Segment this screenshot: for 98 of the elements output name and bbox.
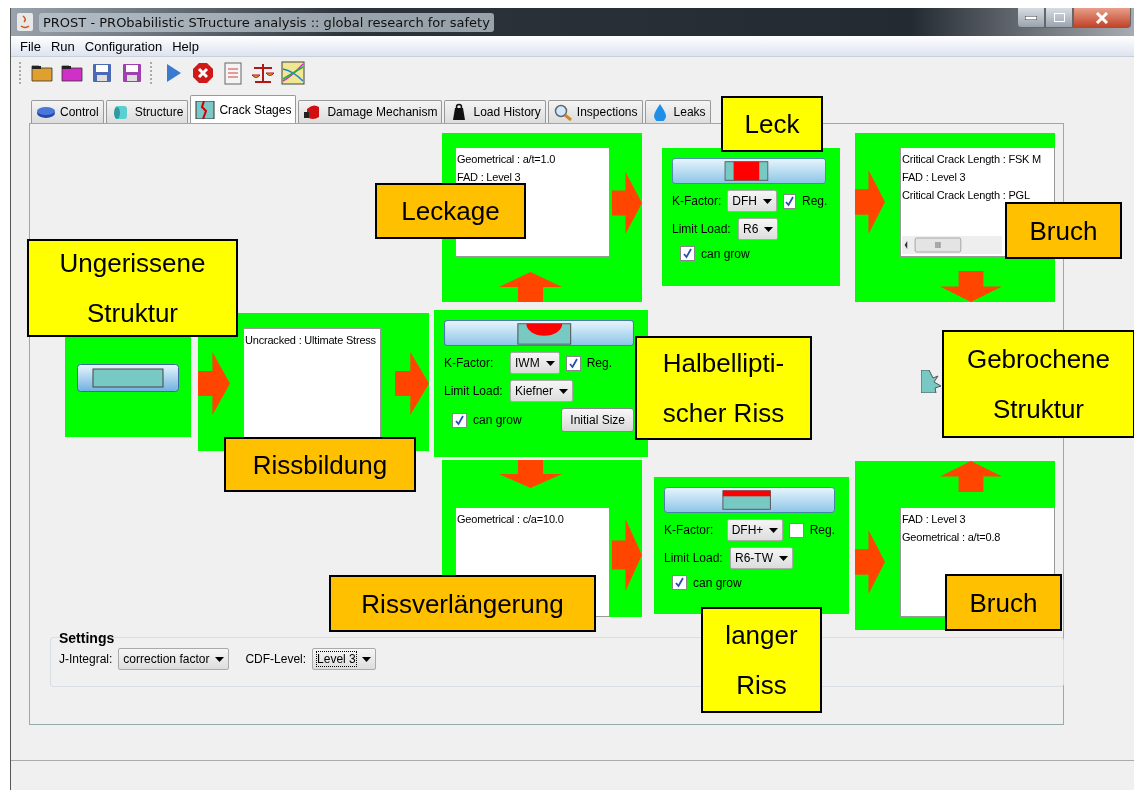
maximize-icon	[1053, 13, 1065, 22]
group-title: Settings	[59, 630, 115, 646]
annotation-label: Ungerissene Struktur	[27, 239, 238, 337]
caret-icon	[763, 198, 772, 204]
down-arrow	[499, 460, 562, 488]
list-item[interactable]: Geometrical : a/t=0.8	[902, 528, 1053, 546]
broken-pipe-icon	[921, 370, 942, 393]
annotation-label: Rissbildung	[224, 437, 416, 492]
field-label: K-Factor:	[444, 356, 495, 370]
annotation-label: Leck	[721, 96, 823, 152]
field-label: CDF-Level:	[245, 652, 307, 666]
tab[interactable]: Inspections	[547, 100, 643, 123]
pipe-icon	[77, 364, 179, 392]
right-arrow	[855, 530, 885, 594]
tab[interactable]: Structure	[105, 100, 189, 123]
right-arrow	[198, 352, 230, 415]
annotation-label: Rissverlängerung	[329, 575, 596, 632]
annotation-label: Halbellipti- scher Riss	[635, 336, 812, 440]
list-item[interactable]: Geometrical : c/a=10.0	[457, 510, 608, 528]
caret-icon	[545, 360, 555, 366]
up-arrow	[499, 272, 562, 302]
tab[interactable]: Load History	[444, 100, 546, 123]
menu-item[interactable]: Run	[45, 38, 80, 54]
dropdown[interactable]: R6-TW	[730, 547, 793, 569]
checkbox-label: Reg.	[802, 194, 828, 208]
annotation-label: Leckage	[375, 183, 526, 239]
list-item[interactable]: Uncracked : Ultimate Stress	[245, 331, 379, 349]
clipboard-icon[interactable]	[221, 61, 245, 85]
list-item[interactable]: FAD : Level 3	[457, 168, 608, 186]
window-title: PROST - PRObabilistic STructure analysis :: global research for safety	[39, 12, 494, 32]
tab[interactable]: Leaks	[644, 100, 711, 123]
checkbox[interactable]	[789, 522, 804, 538]
annotation-label: Bruch	[945, 574, 1062, 631]
checkbox-label: Reg.	[809, 523, 835, 537]
right-arrow	[395, 352, 429, 415]
field-label: K-Factor:	[672, 194, 722, 208]
maximize-button[interactable]	[1045, 8, 1073, 28]
minimize-button[interactable]	[1017, 8, 1045, 28]
checkbox[interactable]	[783, 193, 796, 209]
list-item[interactable]: FAD : Level 3	[902, 510, 1053, 528]
annotation-label: langer Riss	[701, 607, 822, 713]
list-item[interactable]: Critical Crack Length : PGL	[902, 186, 1053, 204]
checkbox[interactable]	[680, 246, 695, 261]
right-arrow	[855, 170, 885, 234]
checkbox[interactable]	[672, 575, 687, 590]
field-label: J-Integral:	[59, 652, 113, 666]
minimize-icon	[1025, 15, 1037, 20]
horizontal-scrollbar[interactable]	[902, 236, 1002, 254]
dropdown[interactable]: DFH	[727, 190, 777, 212]
dropdown[interactable]: R6	[738, 218, 779, 240]
dropdown[interactable]: DFH+	[726, 519, 784, 541]
dropdown[interactable]: correction factor	[118, 648, 230, 670]
save-icon[interactable]	[120, 61, 144, 85]
checkbox-label: Reg.	[586, 356, 612, 370]
right-arrow	[612, 172, 642, 234]
menu-item[interactable]: File	[15, 38, 46, 54]
list-item[interactable]: Critical Crack Length : FSK M	[902, 150, 1053, 168]
caret-icon	[779, 555, 788, 561]
scales-icon[interactable]	[251, 61, 275, 85]
right-arrow	[612, 519, 642, 591]
caret-icon	[559, 388, 569, 394]
caret-icon	[215, 656, 225, 662]
dropdown[interactable]: IWM	[510, 352, 560, 374]
menu-item[interactable]: Help	[167, 38, 204, 54]
close-button[interactable]	[1073, 8, 1131, 28]
app-icon	[17, 13, 33, 31]
down-arrow	[940, 271, 1002, 302]
checkbox-label: can grow	[693, 575, 742, 590]
stop-icon[interactable]	[191, 61, 215, 85]
annotation-label: Gebrochene Struktur	[942, 330, 1134, 438]
tab-icon	[195, 100, 216, 119]
checkbox[interactable]	[452, 412, 467, 428]
list-box[interactable]: Uncracked : Ultimate Stress	[243, 328, 381, 439]
caret-icon	[764, 226, 774, 232]
dropdown[interactable]: Kiefner	[510, 380, 574, 402]
checkbox[interactable]	[565, 355, 581, 371]
checkbox-label: can grow	[701, 246, 750, 261]
tab-icon	[552, 103, 573, 121]
field-label: Limit Load:	[444, 384, 504, 398]
chart-icon[interactable]	[281, 61, 305, 85]
list-item[interactable]: Geometrical : a/t=1.0	[457, 150, 608, 168]
caret-icon	[769, 527, 779, 533]
tab[interactable]: Damage Mechanism	[298, 100, 443, 123]
field-label: Limit Load:	[664, 551, 724, 565]
caret-icon	[361, 656, 371, 662]
up-arrow	[940, 461, 1002, 492]
close-icon	[1095, 11, 1109, 24]
tab[interactable]: Control	[31, 100, 104, 123]
tab[interactable]: Crack Stages	[190, 95, 297, 123]
save-icon[interactable]	[90, 61, 114, 85]
annotation-label: Bruch	[1005, 202, 1122, 259]
menu-item[interactable]: Configuration	[79, 38, 168, 54]
field-label: Limit Load:	[672, 222, 732, 236]
dropdown[interactable]: Level 3	[312, 648, 376, 670]
list-item[interactable]: FAD : Level 3	[902, 168, 1053, 186]
field-label: K-Factor:	[664, 523, 715, 537]
initial-size-button[interactable]: Initial Size	[561, 408, 634, 432]
checkbox-label: can grow	[473, 413, 522, 427]
